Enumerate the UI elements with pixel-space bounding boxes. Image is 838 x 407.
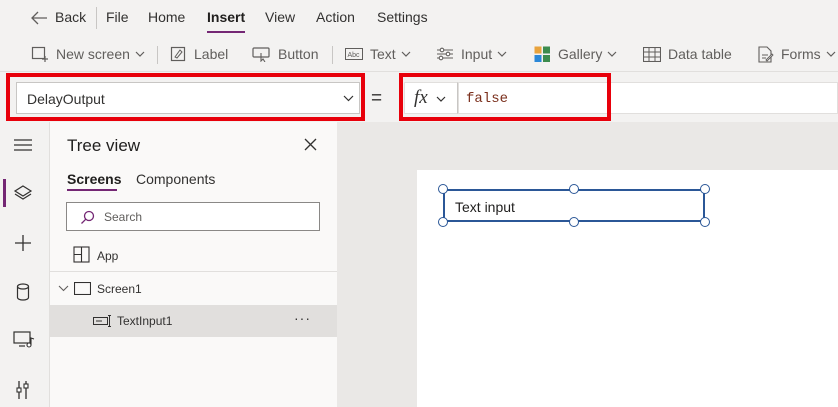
input-label: Input: [461, 46, 493, 62]
tree-view-panel: Tree view Screens Components Search App …: [50, 122, 337, 407]
resize-handle[interactable]: [438, 217, 448, 227]
button-icon: [252, 46, 271, 62]
menu-active-indicator: [207, 31, 245, 33]
tab-active-indicator: [67, 189, 117, 191]
forms-button[interactable]: Forms: [757, 36, 836, 72]
media-icon[interactable]: [13, 330, 35, 350]
tree-item-app[interactable]: App: [50, 240, 337, 272]
tree-view-title: Tree view: [67, 136, 141, 155]
text-icon: Abc: [345, 47, 363, 61]
text-input-icon: [93, 315, 112, 327]
text-button[interactable]: Abc Text: [345, 36, 411, 72]
chevron-down-icon[interactable]: [58, 285, 69, 292]
tree-item-label: Screen1: [97, 282, 142, 296]
search-input[interactable]: Search: [66, 202, 320, 231]
menu-settings[interactable]: Settings: [377, 9, 428, 25]
left-rail: [0, 122, 50, 407]
menu-action[interactable]: Action: [316, 9, 355, 25]
menu-home[interactable]: Home: [148, 9, 185, 25]
data-table-label: Data table: [668, 46, 732, 62]
label-label: Label: [194, 46, 229, 62]
search-placeholder: Search: [104, 210, 143, 224]
tab-screens[interactable]: Screens: [67, 171, 121, 187]
input-button[interactable]: Input: [436, 36, 507, 72]
screen-icon: [74, 282, 91, 295]
search-icon: [80, 210, 95, 225]
svg-text:Abc: Abc: [348, 52, 361, 59]
hamburger-menu-icon[interactable]: [13, 138, 33, 152]
gallery-icon: [534, 46, 551, 63]
layers-icon[interactable]: [13, 184, 33, 202]
forms-label: Forms: [781, 46, 821, 62]
data-table-button[interactable]: Data table: [643, 36, 732, 72]
resize-handle[interactable]: [700, 184, 710, 194]
menu-bar: Back File Home Insert View Action Settin…: [0, 0, 838, 36]
gallery-button[interactable]: Gallery: [534, 36, 617, 72]
resize-handle[interactable]: [569, 217, 579, 227]
input-icon: [436, 46, 454, 62]
text-input-value: Text input: [455, 199, 515, 215]
resize-handle[interactable]: [569, 184, 579, 194]
insert-toolbar: New screen Label Button Abc Text Input G…: [0, 36, 838, 72]
toolbar-divider: [157, 46, 158, 64]
tree-item-label: TextInput1: [117, 314, 173, 328]
more-options-icon[interactable]: ···: [294, 310, 311, 326]
button-button[interactable]: Button: [252, 36, 318, 72]
forms-icon: [757, 45, 774, 63]
text-label: Text: [370, 46, 396, 62]
back-arrow-icon[interactable]: [30, 10, 48, 26]
resize-handle[interactable]: [438, 184, 448, 194]
new-screen-icon: [31, 46, 49, 62]
menu-insert[interactable]: Insert: [207, 9, 245, 25]
tree-item-label: App: [97, 249, 119, 263]
new-screen-label: New screen: [56, 46, 130, 62]
tree-item-screen1[interactable]: Screen1: [50, 273, 337, 305]
button-label: Button: [278, 46, 319, 62]
formula-highlight-box: [399, 73, 611, 121]
label-icon: [170, 46, 187, 62]
add-icon[interactable]: [13, 233, 33, 253]
table-icon: [643, 46, 661, 62]
close-icon[interactable]: [304, 138, 317, 151]
label-button[interactable]: Label: [170, 36, 228, 72]
menu-view[interactable]: View: [265, 9, 295, 25]
property-highlight-box: [6, 73, 365, 121]
chevron-down-icon: [607, 51, 617, 57]
toolbar-divider: [332, 46, 333, 64]
gallery-label: Gallery: [558, 46, 603, 62]
app-icon: [73, 246, 90, 263]
menu-divider: [96, 7, 97, 29]
chevron-down-icon: [401, 51, 411, 57]
menu-file[interactable]: File: [106, 9, 129, 25]
chevron-down-icon: [826, 51, 836, 57]
tools-icon[interactable]: [13, 379, 33, 401]
tree-divider: [50, 271, 337, 272]
tab-components[interactable]: Components: [136, 171, 215, 187]
rail-active-indicator: [3, 179, 6, 207]
chevron-down-icon: [135, 51, 145, 57]
database-icon[interactable]: [13, 282, 33, 302]
chevron-down-icon: [497, 51, 507, 57]
resize-handle[interactable]: [700, 217, 710, 227]
back-button[interactable]: Back: [55, 9, 86, 25]
equals-sign: =: [371, 88, 383, 109]
tree-item-textinput1[interactable]: TextInput1 ···: [50, 305, 337, 337]
new-screen-button[interactable]: New screen: [31, 36, 145, 72]
